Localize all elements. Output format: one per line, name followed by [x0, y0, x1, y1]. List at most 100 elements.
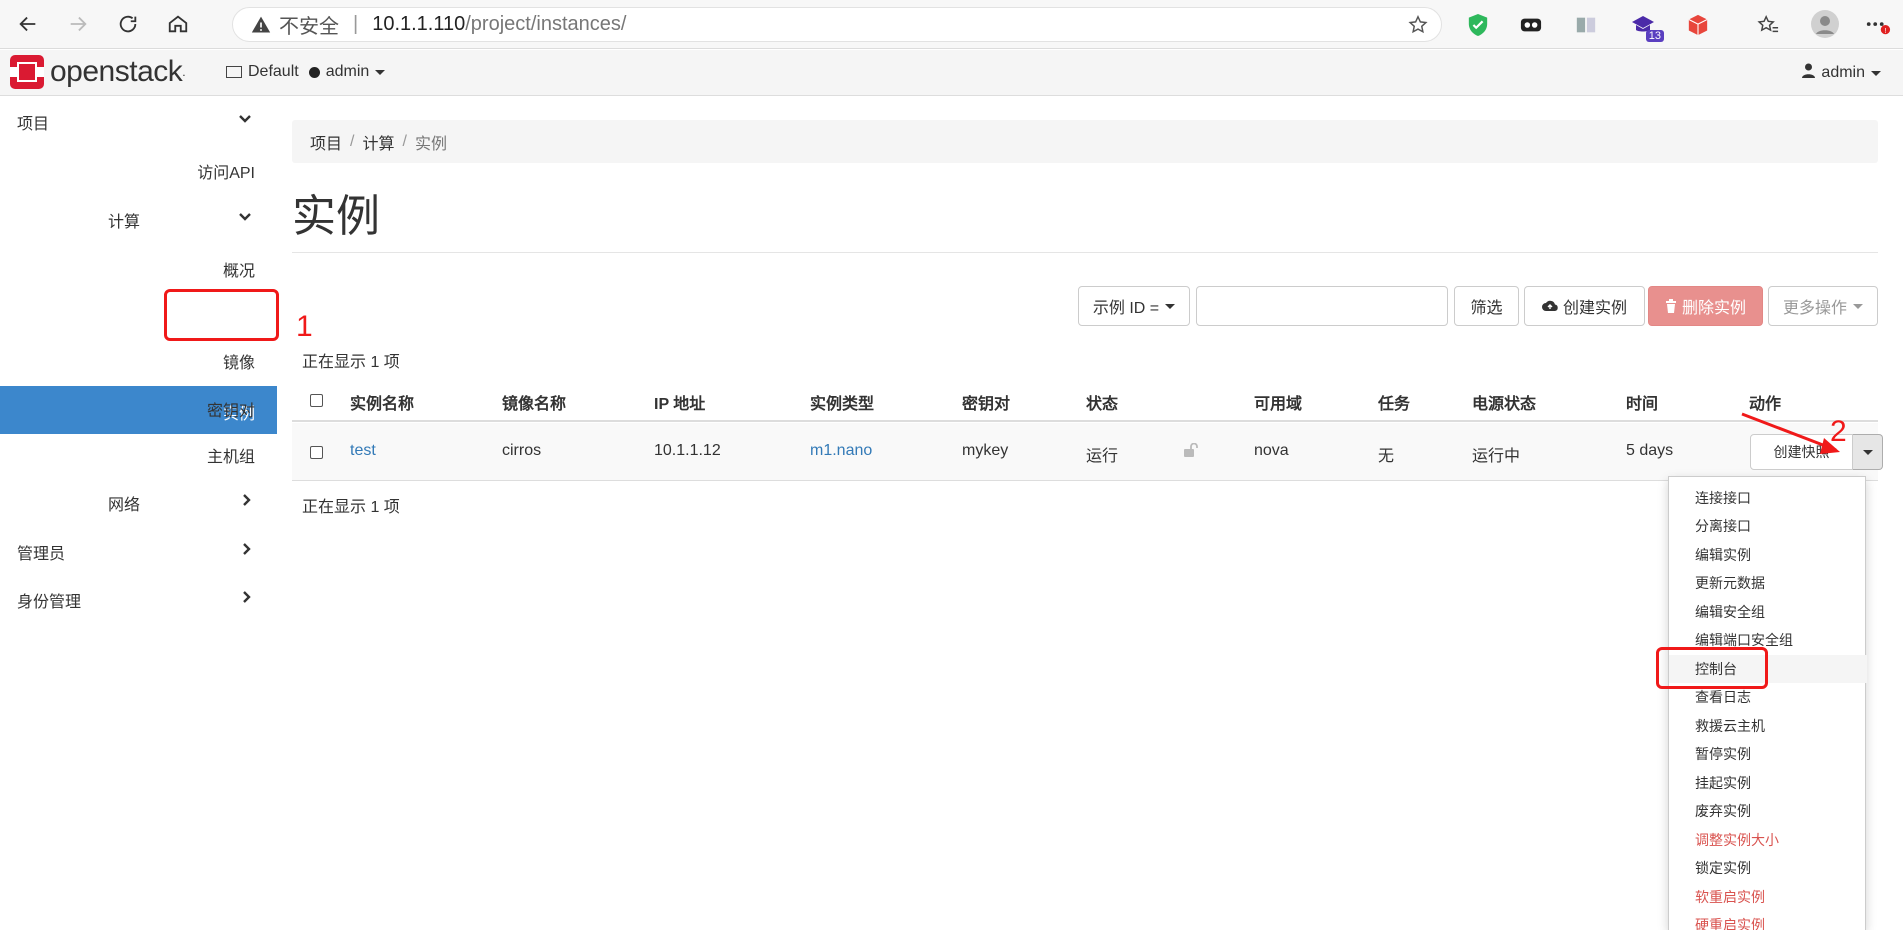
project-context-dropdown[interactable]: Default admin — [226, 63, 386, 81]
breadcrumb-separator: / — [402, 132, 407, 150]
col-header-name[interactable]: 实例名称 — [350, 390, 414, 414]
sidebar-item-admin[interactable]: 管理员 — [17, 540, 65, 564]
instance-status: 运行 — [1086, 448, 1119, 465]
chevron-right-icon — [243, 494, 251, 506]
filter-field-label: 示例 ID = — [1092, 300, 1160, 317]
address-bar[interactable]: 不安全 | 10.1.1.110/project/instances/ — [232, 7, 1442, 42]
reader-extension-icon[interactable] — [1573, 12, 1599, 38]
menu-item-rescue-instance[interactable]: 救援云主机 — [1669, 712, 1867, 740]
breadcrumb-item-project[interactable]: 项目 — [310, 130, 342, 154]
row-actions-toggle[interactable] — [1853, 434, 1883, 470]
col-header-flavor[interactable]: 实例类型 — [810, 390, 874, 414]
chevron-right-icon — [243, 591, 251, 603]
col-header-age[interactable]: 时间 — [1626, 390, 1658, 414]
menu-item-suspend-instance[interactable]: 挂起实例 — [1669, 769, 1867, 797]
user-dropdown[interactable]: admin — [1802, 63, 1881, 83]
unlock-icon — [1183, 442, 1199, 462]
favorites-icon[interactable] — [1755, 12, 1781, 38]
more-actions-button[interactable]: 更多操作 — [1768, 286, 1878, 326]
chevron-down-icon — [1871, 70, 1881, 76]
mask-extension-icon[interactable] — [1518, 12, 1544, 38]
sidebar-item-host-groups[interactable]: 主机组 — [207, 443, 255, 467]
item-count-bottom: 正在显示 1 项 — [302, 499, 400, 516]
breadcrumb-item-compute[interactable]: 计算 — [362, 130, 394, 154]
sidebar-item-compute[interactable]: 计算 — [108, 208, 140, 232]
forward-icon[interactable] — [56, 4, 100, 44]
instance-power: 运行中 — [1472, 448, 1521, 465]
instance-image: cirros — [502, 442, 542, 459]
breadcrumb-separator: / — [350, 132, 355, 150]
col-header-status[interactable]: 状态 — [1086, 390, 1118, 414]
trash-icon — [1665, 299, 1676, 313]
chevron-down-icon — [1862, 449, 1873, 455]
annotation-box-instances — [164, 289, 279, 341]
graduation-extension-icon[interactable]: 13 — [1630, 12, 1664, 42]
menu-item-pause-instance[interactable]: 暂停实例 — [1669, 740, 1867, 768]
menu-item-resize-instance[interactable]: 调整实例大小 — [1669, 826, 1867, 854]
select-all-checkbox[interactable] — [310, 394, 323, 407]
annotation-arrow-icon — [1741, 412, 1840, 454]
sidebar-item-overview[interactable]: 概况 — [223, 257, 255, 281]
user-label: admin — [1821, 64, 1865, 81]
row-select-checkbox[interactable] — [310, 446, 323, 459]
chevron-down-icon — [375, 69, 386, 75]
delete-instance-button[interactable]: 删除实例 — [1648, 286, 1763, 326]
filter-field-select[interactable]: 示例 ID = — [1078, 286, 1190, 326]
annotation-label-1: 1 — [296, 310, 313, 343]
menu-item-lock-instance[interactable]: 锁定实例 — [1669, 854, 1867, 882]
filter-button[interactable]: 筛选 — [1454, 286, 1519, 326]
more-actions-label: 更多操作 — [1782, 300, 1847, 317]
filter-input[interactable] — [1196, 286, 1448, 326]
instance-name-link[interactable]: test — [350, 442, 376, 460]
menu-item-update-metadata[interactable]: 更新元数据 — [1669, 569, 1867, 597]
sidebar-item-access-api[interactable]: 访问API — [197, 159, 255, 183]
sidebar-item-project[interactable]: 项目 — [17, 110, 49, 134]
domain-label: Default — [248, 63, 299, 80]
favorite-add-icon[interactable] — [1407, 14, 1429, 42]
menu-item-edit-security-groups[interactable]: 编辑安全组 — [1669, 598, 1867, 626]
back-icon[interactable] — [6, 4, 50, 44]
menu-item-shelve-instance[interactable]: 废弃实例 — [1669, 797, 1867, 825]
col-header-ip[interactable]: IP 地址 — [654, 390, 705, 414]
breadcrumb: 项目 / 计算 / 实例 — [292, 120, 1878, 163]
col-header-keypair[interactable]: 密钥对 — [962, 390, 1010, 414]
sidebar-item-key-pairs[interactable]: 密钥对 — [207, 397, 255, 421]
page-title: 实例 — [292, 192, 380, 241]
instance-age: 5 days — [1626, 442, 1674, 459]
home-icon[interactable] — [156, 4, 200, 44]
openstack-logo-icon — [10, 55, 44, 89]
cube-extension-icon[interactable] — [1685, 12, 1711, 38]
col-header-power[interactable]: 电源状态 — [1472, 390, 1536, 414]
menu-item-soft-reboot[interactable]: 软重启实例 — [1669, 883, 1867, 911]
chevron-down-icon — [1853, 303, 1863, 309]
menu-item-hard-reboot[interactable]: 硬重启实例 — [1669, 911, 1867, 930]
project-label: admin — [325, 63, 370, 80]
col-header-zone[interactable]: 可用域 — [1254, 390, 1302, 414]
sidebar-item-images[interactable]: 镜像 — [223, 349, 255, 373]
extension-badge: 13 — [1645, 30, 1664, 42]
more-menu-icon[interactable]: ! — [1865, 12, 1891, 38]
col-header-image[interactable]: 镜像名称 — [502, 390, 566, 414]
menu-item-attach-interface[interactable]: 连接接口 — [1669, 484, 1867, 512]
shield-extension-icon[interactable] — [1465, 12, 1491, 38]
menu-item-detach-interface[interactable]: 分离接口 — [1669, 512, 1867, 540]
instance-zone: nova — [1254, 442, 1289, 459]
logo-mark-reg: . — [182, 65, 186, 79]
reload-icon[interactable] — [106, 4, 150, 44]
profile-avatar-icon[interactable] — [1810, 9, 1840, 39]
menu-item-edit-instance[interactable]: 编辑实例 — [1669, 541, 1867, 569]
annotation-box-console — [1656, 647, 1768, 689]
sidebar-item-identity[interactable]: 身份管理 — [17, 588, 81, 612]
create-instance-button[interactable]: 创建实例 — [1524, 286, 1645, 326]
create-instance-label: 创建实例 — [1562, 300, 1627, 317]
instance-task: 无 — [1378, 448, 1395, 465]
sidebar-item-network[interactable]: 网络 — [108, 491, 140, 515]
instance-flavor-link[interactable]: m1.nano — [810, 442, 872, 460]
chevron-down-icon — [239, 115, 251, 123]
separator-dot-icon — [308, 66, 320, 78]
openstack-logo[interactable]: openstack. — [10, 55, 186, 89]
insecure-label: 不安全 — [279, 16, 339, 38]
col-header-task[interactable]: 任务 — [1378, 390, 1410, 414]
user-icon — [1802, 63, 1816, 83]
svg-text:!: ! — [1884, 26, 1886, 35]
